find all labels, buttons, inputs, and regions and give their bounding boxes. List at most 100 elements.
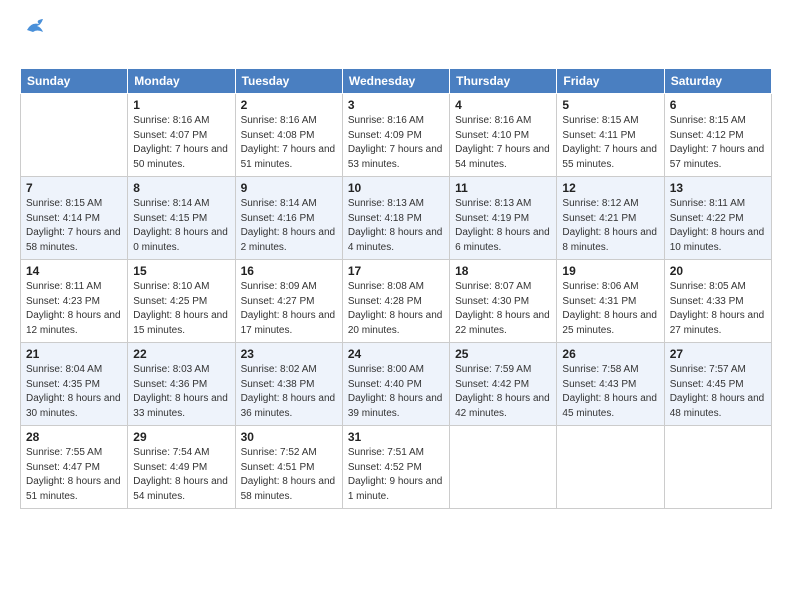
day-number: 7 (26, 181, 122, 195)
day-info: Sunrise: 7:52 AMSunset: 4:51 PMDaylight:… (241, 446, 337, 504)
weekday-header-row: SundayMondayTuesdayWednesdayThursdayFrid… (21, 69, 772, 94)
day-cell: 26 Sunrise: 7:58 AMSunset: 4:43 PMDayligh… (557, 343, 664, 426)
day-info: Sunrise: 8:15 AMSunset: 4:11 PMDaylight:… (562, 114, 658, 172)
week-row-3: 14 Sunrise: 8:11 AMSunset: 4:23 PMDayligh… (21, 260, 772, 343)
day-number: 21 (26, 347, 122, 361)
day-cell: 25 Sunrise: 7:59 AMSunset: 4:42 PMDayligh… (450, 343, 557, 426)
day-cell: 27Sunrise: 7:57 AMSunset: 4:45 PMDayligh… (664, 343, 771, 426)
day-cell: 31Sunrise: 7:51 AMSunset: 4:52 PMDayligh… (342, 426, 449, 509)
day-info: Sunrise: 7:57 AMSunset: 4:45 PMDaylight:… (670, 363, 766, 421)
day-cell (664, 426, 771, 509)
day-number: 6 (670, 98, 766, 112)
day-info: Sunrise: 8:11 AMSunset: 4:23 PMDaylight:… (26, 280, 122, 338)
logo (20, 16, 47, 58)
day-cell: 1 Sunrise: 8:16 AMSunset: 4:07 PMDaylight… (128, 94, 235, 177)
day-info: Sunrise: 8:13 AMSunset: 4:19 PMDaylight:… (455, 197, 551, 255)
logo-line1 (20, 16, 47, 38)
week-row-1: 1 Sunrise: 8:16 AMSunset: 4:07 PMDaylight… (21, 94, 772, 177)
day-number: 9 (241, 181, 337, 195)
week-row-2: 7 Sunrise: 8:15 AMSunset: 4:14 PMDaylight… (21, 177, 772, 260)
day-cell: 7 Sunrise: 8:15 AMSunset: 4:14 PMDaylight… (21, 177, 128, 260)
logo-line2 (20, 38, 22, 58)
day-cell: 17 Sunrise: 8:08 AMSunset: 4:28 PMDayligh… (342, 260, 449, 343)
day-number: 15 (133, 264, 229, 278)
day-cell: 29 Sunrise: 7:54 AMSunset: 4:49 PMDayligh… (128, 426, 235, 509)
day-info: Sunrise: 8:08 AMSunset: 4:28 PMDaylight:… (348, 280, 444, 338)
calendar-body: 1 Sunrise: 8:16 AMSunset: 4:07 PMDaylight… (21, 94, 772, 509)
day-number: 19 (562, 264, 658, 278)
week-row-4: 21 Sunrise: 8:04 AMSunset: 4:35 PMDayligh… (21, 343, 772, 426)
day-number: 23 (241, 347, 337, 361)
day-number: 25 (455, 347, 551, 361)
weekday-header-friday: Friday (557, 69, 664, 94)
day-info: Sunrise: 8:15 AMSunset: 4:14 PMDaylight:… (26, 197, 122, 255)
day-number: 14 (26, 264, 122, 278)
day-cell: 22 Sunrise: 8:03 AMSunset: 4:36 PMDayligh… (128, 343, 235, 426)
day-info: Sunrise: 8:02 AMSunset: 4:38 PMDaylight:… (241, 363, 337, 421)
day-cell: 12 Sunrise: 8:12 AMSunset: 4:21 PMDayligh… (557, 177, 664, 260)
day-cell: 9 Sunrise: 8:14 AMSunset: 4:16 PMDaylight… (235, 177, 342, 260)
day-number: 29 (133, 430, 229, 444)
day-info: Sunrise: 8:03 AMSunset: 4:36 PMDaylight:… (133, 363, 229, 421)
day-number: 17 (348, 264, 444, 278)
day-number: 30 (241, 430, 337, 444)
day-cell (450, 426, 557, 509)
week-row-5: 28 Sunrise: 7:55 AMSunset: 4:47 PMDayligh… (21, 426, 772, 509)
day-info: Sunrise: 8:14 AMSunset: 4:16 PMDaylight:… (241, 197, 337, 255)
day-number: 11 (455, 181, 551, 195)
day-cell: 6Sunrise: 8:15 AMSunset: 4:12 PMDaylight… (664, 94, 771, 177)
day-cell: 28 Sunrise: 7:55 AMSunset: 4:47 PMDayligh… (21, 426, 128, 509)
day-info: Sunrise: 8:06 AMSunset: 4:31 PMDaylight:… (562, 280, 658, 338)
day-info: Sunrise: 7:59 AMSunset: 4:42 PMDaylight:… (455, 363, 551, 421)
day-number: 1 (133, 98, 229, 112)
day-number: 4 (455, 98, 551, 112)
day-cell: 24Sunrise: 8:00 AMSunset: 4:40 PMDayligh… (342, 343, 449, 426)
page: SundayMondayTuesdayWednesdayThursdayFrid… (0, 0, 792, 612)
day-cell (21, 94, 128, 177)
day-cell: 2Sunrise: 8:16 AMSunset: 4:08 PMDaylight… (235, 94, 342, 177)
day-number: 16 (241, 264, 337, 278)
day-cell: 30 Sunrise: 7:52 AMSunset: 4:51 PMDayligh… (235, 426, 342, 509)
weekday-header-sunday: Sunday (21, 69, 128, 94)
day-number: 28 (26, 430, 122, 444)
day-info: Sunrise: 8:16 AMSunset: 4:07 PMDaylight:… (133, 114, 229, 172)
day-info: Sunrise: 8:16 AMSunset: 4:09 PMDaylight:… (348, 114, 444, 172)
day-info: Sunrise: 8:12 AMSunset: 4:21 PMDaylight:… (562, 197, 658, 255)
weekday-header-saturday: Saturday (664, 69, 771, 94)
day-cell: 4 Sunrise: 8:16 AMSunset: 4:10 PMDaylight… (450, 94, 557, 177)
weekday-header-monday: Monday (128, 69, 235, 94)
day-number: 10 (348, 181, 444, 195)
weekday-header-thursday: Thursday (450, 69, 557, 94)
day-info: Sunrise: 8:16 AMSunset: 4:10 PMDaylight:… (455, 114, 551, 172)
day-info: Sunrise: 8:09 AMSunset: 4:27 PMDaylight:… (241, 280, 337, 338)
day-cell: 15Sunrise: 8:10 AMSunset: 4:25 PMDayligh… (128, 260, 235, 343)
day-cell: 11 Sunrise: 8:13 AMSunset: 4:19 PMDayligh… (450, 177, 557, 260)
day-info: Sunrise: 8:00 AMSunset: 4:40 PMDaylight:… (348, 363, 444, 421)
day-number: 22 (133, 347, 229, 361)
day-cell: 10 Sunrise: 8:13 AMSunset: 4:18 PMDayligh… (342, 177, 449, 260)
weekday-header-wednesday: Wednesday (342, 69, 449, 94)
day-number: 26 (562, 347, 658, 361)
day-info: Sunrise: 8:13 AMSunset: 4:18 PMDaylight:… (348, 197, 444, 255)
day-number: 12 (562, 181, 658, 195)
day-info: Sunrise: 8:04 AMSunset: 4:35 PMDaylight:… (26, 363, 122, 421)
header (20, 16, 772, 58)
weekday-header-tuesday: Tuesday (235, 69, 342, 94)
day-cell: 21 Sunrise: 8:04 AMSunset: 4:35 PMDayligh… (21, 343, 128, 426)
day-cell: 13Sunrise: 8:11 AMSunset: 4:22 PMDayligh… (664, 177, 771, 260)
day-number: 3 (348, 98, 444, 112)
day-cell: 3 Sunrise: 8:16 AMSunset: 4:09 PMDaylight… (342, 94, 449, 177)
day-cell: 14 Sunrise: 8:11 AMSunset: 4:23 PMDayligh… (21, 260, 128, 343)
day-info: Sunrise: 7:58 AMSunset: 4:43 PMDaylight:… (562, 363, 658, 421)
day-info: Sunrise: 7:54 AMSunset: 4:49 PMDaylight:… (133, 446, 229, 504)
day-number: 5 (562, 98, 658, 112)
day-number: 2 (241, 98, 337, 112)
day-info: Sunrise: 7:51 AMSunset: 4:52 PMDaylight:… (348, 446, 444, 504)
day-info: Sunrise: 7:55 AMSunset: 4:47 PMDaylight:… (26, 446, 122, 504)
day-info: Sunrise: 8:14 AMSunset: 4:15 PMDaylight:… (133, 197, 229, 255)
day-cell: 16 Sunrise: 8:09 AMSunset: 4:27 PMDayligh… (235, 260, 342, 343)
calendar-header: SundayMondayTuesdayWednesdayThursdayFrid… (21, 69, 772, 94)
day-number: 8 (133, 181, 229, 195)
day-number: 18 (455, 264, 551, 278)
day-number: 20 (670, 264, 766, 278)
